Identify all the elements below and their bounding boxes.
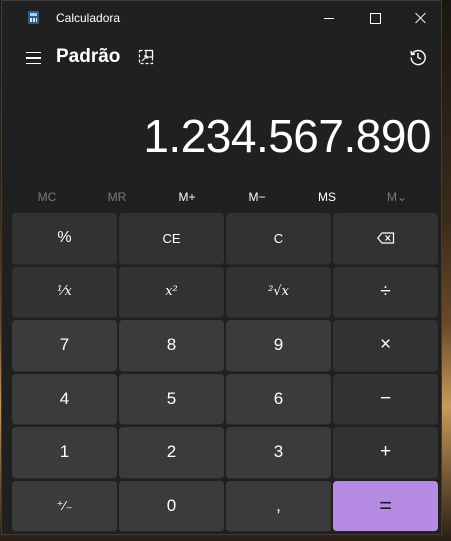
memory-recall-button[interactable]: MR xyxy=(82,184,152,210)
memory-clear-button[interactable]: MC xyxy=(12,184,82,210)
memory-row: MC MR M+ M− MS M⌄ xyxy=(12,184,432,210)
reciprocal-button[interactable]: ⅟x xyxy=(12,266,117,318)
close-icon xyxy=(415,12,427,24)
add-button[interactable]: + xyxy=(333,427,438,479)
negate-button[interactable]: ⁺∕₋ xyxy=(12,480,117,532)
digit-6-button[interactable]: 6 xyxy=(226,373,331,425)
hamburger-menu-icon[interactable] xyxy=(20,47,46,69)
decimal-button[interactable]: , xyxy=(226,480,331,532)
digit-7-button[interactable]: 7 xyxy=(12,320,117,372)
square-root-button[interactable]: ²√x xyxy=(226,266,331,318)
digit-1-button[interactable]: 1 xyxy=(12,427,117,479)
digit-4-button[interactable]: 4 xyxy=(12,373,117,425)
memory-list-button[interactable]: M⌄ xyxy=(362,184,432,210)
percent-button[interactable]: % xyxy=(12,213,117,265)
clear-button[interactable]: C xyxy=(226,213,331,265)
backspace-icon xyxy=(376,232,394,244)
digit-0-button[interactable]: 0 xyxy=(119,480,224,532)
square-button[interactable]: x² xyxy=(119,266,224,318)
app-title: Calculadora xyxy=(56,11,121,25)
digit-8-button[interactable]: 8 xyxy=(119,320,224,372)
memory-store-button[interactable]: MS xyxy=(292,184,362,210)
minimize-icon xyxy=(324,17,334,19)
calculator-window: Calculadora Padrão 1.234.567.890 MC MR M… xyxy=(1,0,442,535)
maximize-button[interactable] xyxy=(352,1,398,35)
calculator-app-icon xyxy=(28,11,39,24)
keep-on-top-icon[interactable] xyxy=(138,49,154,65)
divide-button[interactable]: ÷ xyxy=(333,266,438,318)
backspace-button[interactable] xyxy=(333,213,438,265)
memory-add-button[interactable]: M+ xyxy=(152,184,222,210)
keypad: % CE C ⅟x x² ²√x ÷ 7 8 9 × 4 5 6 − 1 2 3… xyxy=(12,213,441,532)
digit-3-button[interactable]: 3 xyxy=(226,427,331,479)
memory-subtract-button[interactable]: M− xyxy=(222,184,292,210)
subtract-button[interactable]: − xyxy=(333,373,438,425)
clear-entry-button[interactable]: CE xyxy=(119,213,224,265)
result-display: 1.234.567.890 xyxy=(143,110,431,162)
mode-title: Padrão xyxy=(56,46,121,67)
equals-button[interactable]: = xyxy=(333,480,438,532)
title-bar[interactable]: Calculadora xyxy=(2,1,441,35)
history-icon[interactable] xyxy=(409,48,427,66)
minimize-button[interactable] xyxy=(306,1,352,35)
digit-2-button[interactable]: 2 xyxy=(119,427,224,479)
calculator-header: Padrão xyxy=(2,35,441,81)
maximize-icon xyxy=(369,12,381,24)
close-button[interactable] xyxy=(398,1,444,35)
digit-9-button[interactable]: 9 xyxy=(226,320,331,372)
multiply-button[interactable]: × xyxy=(333,320,438,372)
digit-5-button[interactable]: 5 xyxy=(119,373,224,425)
